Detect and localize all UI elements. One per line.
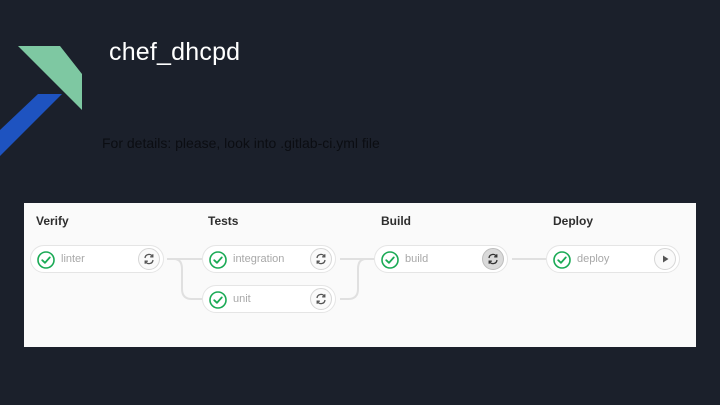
job-label: deploy <box>577 253 610 265</box>
success-check-icon <box>381 251 399 269</box>
retry-button[interactable] <box>310 288 332 310</box>
job-unit[interactable]: unit <box>202 285 336 313</box>
success-check-icon <box>209 251 227 269</box>
pipeline-connectors <box>167 258 546 300</box>
job-build[interactable]: build <box>374 245 508 273</box>
stage-title-deploy: Deploy <box>553 214 594 228</box>
stage-title-verify: Verify <box>36 214 69 228</box>
retry-button[interactable] <box>138 248 160 270</box>
pipeline-graph: Verify linter Tests integration unit Bui… <box>24 203 696 347</box>
job-deploy[interactable]: deploy <box>546 245 680 273</box>
job-label: build <box>405 253 429 265</box>
job-label: integration <box>233 253 285 265</box>
play-icon <box>663 255 669 263</box>
play-button[interactable] <box>654 248 676 270</box>
stage-title-build: Build <box>381 214 411 228</box>
job-integration[interactable]: integration <box>202 245 336 273</box>
slide-subtitle: For details: please, look into .gitlab-c… <box>102 135 380 151</box>
job-linter[interactable]: linter <box>30 245 164 273</box>
retry-button[interactable] <box>310 248 332 270</box>
slide-title: chef_dhcpd <box>109 38 241 66</box>
success-check-icon <box>37 251 55 269</box>
retry-button[interactable] <box>482 248 504 270</box>
job-label: linter <box>61 253 85 265</box>
success-check-icon <box>209 291 227 309</box>
job-label: unit <box>233 293 251 305</box>
stage-title-tests: Tests <box>208 214 239 228</box>
logo-icon <box>0 46 82 156</box>
retry-icon <box>316 293 326 305</box>
retry-icon <box>316 253 326 265</box>
success-check-icon <box>553 251 571 269</box>
retry-icon <box>144 253 154 265</box>
retry-icon <box>488 253 498 265</box>
